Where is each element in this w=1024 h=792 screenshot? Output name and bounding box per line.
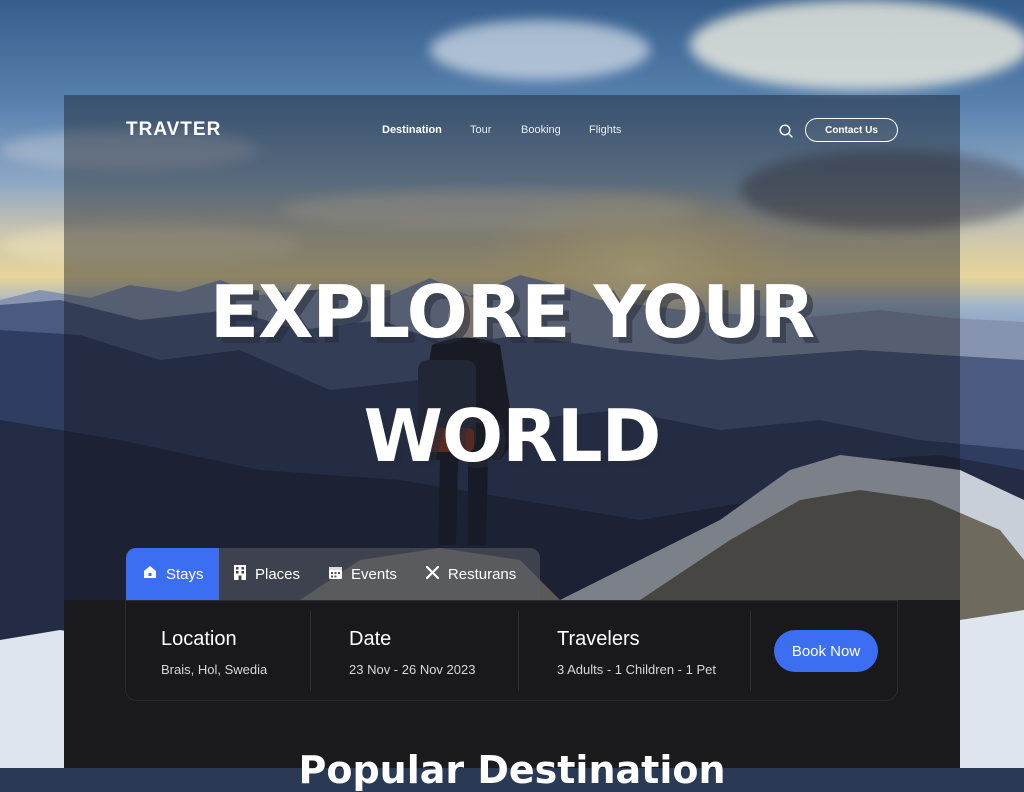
hero-title-line2: WORLD [363, 394, 662, 478]
book-now-button[interactable]: Book Now [774, 630, 878, 672]
travelers-value: 3 Adults - 1 Children - 1 Pet [557, 662, 716, 677]
divider [518, 611, 519, 691]
nav-item-destination[interactable]: Destination [382, 124, 442, 136]
contact-us-button[interactable]: Contact Us [805, 118, 898, 142]
calendar-icon [328, 565, 343, 584]
location-value: Brais, Hol, Swedia [161, 662, 268, 677]
tab-label: Places [255, 565, 301, 583]
location-label: Location [161, 628, 237, 650]
tab-places[interactable]: Places [219, 548, 314, 600]
date-field[interactable]: Date 23 Nov - 26 Nov 2023 [349, 601, 529, 701]
location-field[interactable]: Location Brais, Hol, Swedia [161, 601, 321, 701]
tab-label: Events [351, 565, 397, 583]
search-category-tabs: Stays Places Events Resturans [126, 548, 540, 600]
date-label: Date [349, 628, 392, 650]
divider [310, 611, 311, 691]
divider [750, 611, 751, 691]
utensils-icon [425, 565, 440, 584]
tab-label: Resturans [447, 565, 517, 583]
date-value: 23 Nov - 26 Nov 2023 [349, 662, 476, 677]
brand-logo[interactable]: TRAVTER [126, 119, 221, 141]
tab-resturans[interactable]: Resturans [411, 548, 530, 600]
tab-stays[interactable]: Stays [126, 548, 219, 600]
tab-events[interactable]: Events [314, 548, 411, 600]
nav-item-booking[interactable]: Booking [521, 124, 561, 136]
house-icon [142, 564, 158, 584]
travelers-label: Travelers [557, 628, 640, 650]
search-icon[interactable] [778, 123, 794, 139]
travelers-field[interactable]: Travelers 3 Adults - 1 Children - 1 Pet [557, 601, 757, 701]
building-icon [233, 564, 247, 584]
hero-title-line1: EXPLORE YOUR [209, 270, 815, 354]
section-title: Popular Destination [298, 748, 726, 792]
nav-item-flights[interactable]: Flights [589, 124, 621, 136]
nav-item-tour[interactable]: Tour [470, 124, 491, 136]
tab-label: Stays [166, 565, 204, 583]
